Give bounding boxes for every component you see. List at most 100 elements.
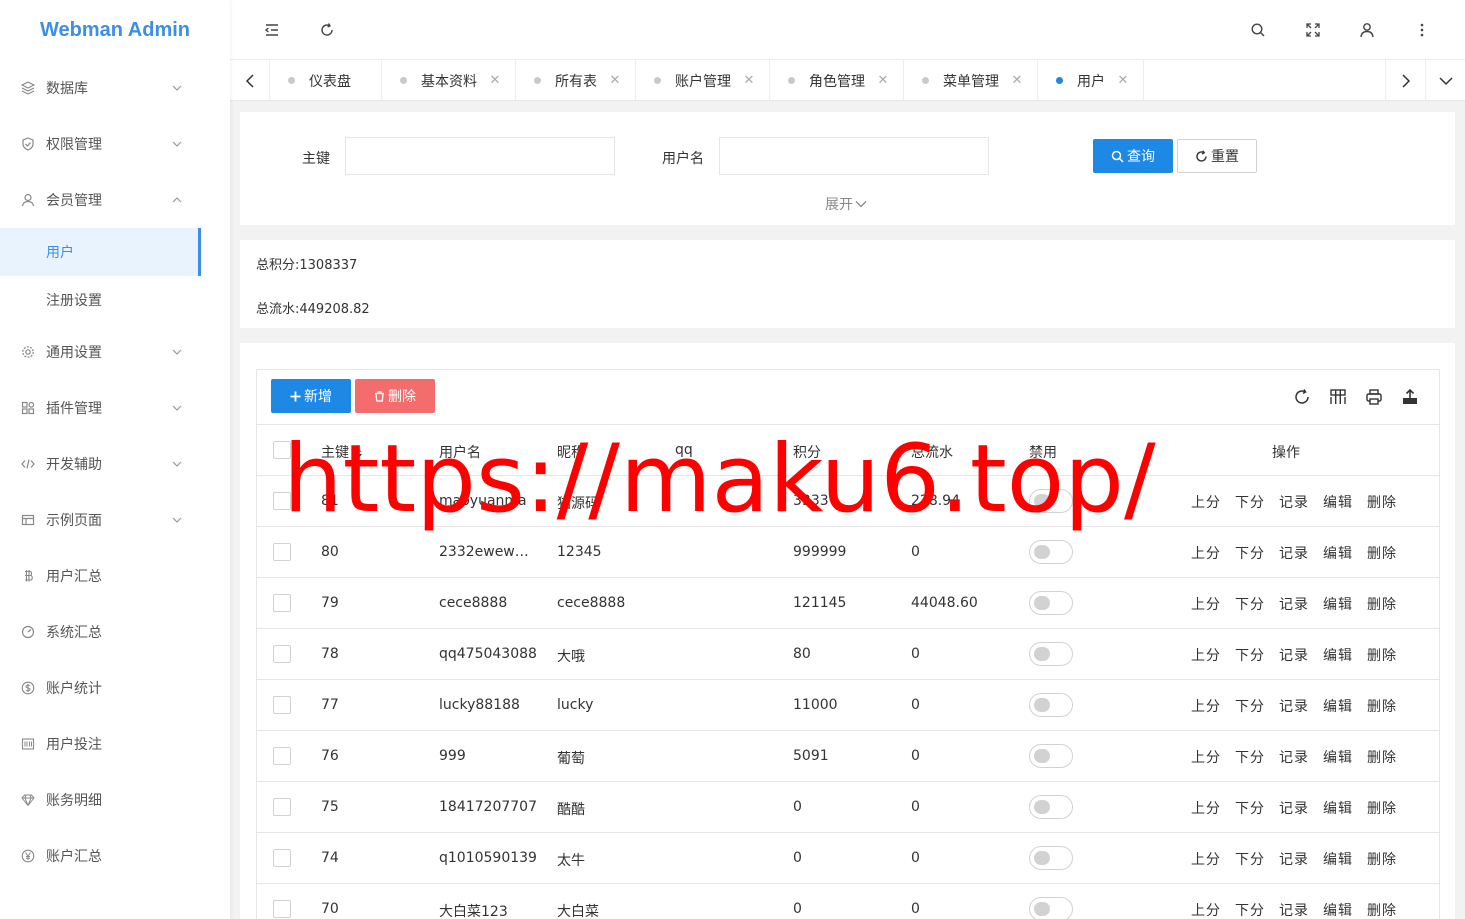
records-button[interactable]: 记录 <box>1279 594 1309 614</box>
sidebar-item-system-summary[interactable]: 系统汇总 <box>0 604 230 660</box>
row-checkbox[interactable] <box>273 747 291 765</box>
add-points-button[interactable]: 上分 <box>1191 645 1221 665</box>
edit-button[interactable]: 编辑 <box>1323 543 1353 563</box>
disabled-toggle[interactable] <box>1029 846 1073 870</box>
edit-button[interactable]: 编辑 <box>1323 492 1353 512</box>
disabled-toggle[interactable] <box>1029 744 1073 768</box>
tab-profile[interactable]: 基本资料 ✕ <box>382 60 516 101</box>
deduct-points-button[interactable]: 下分 <box>1235 645 1265 665</box>
close-icon[interactable]: ✕ <box>743 73 755 88</box>
row-checkbox[interactable] <box>273 594 291 612</box>
sidebar-item-database[interactable]: 数据库 <box>0 60 230 116</box>
deduct-points-button[interactable]: 下分 <box>1235 798 1265 818</box>
row-checkbox[interactable] <box>273 849 291 867</box>
records-button[interactable]: 记录 <box>1279 543 1309 563</box>
row-checkbox[interactable] <box>273 543 291 561</box>
tab-users[interactable]: 用户 ✕ <box>1038 60 1144 101</box>
records-button[interactable]: 记录 <box>1279 747 1309 767</box>
sidebar-item-user-summary[interactable]: 用户汇总 <box>0 548 230 604</box>
add-points-button[interactable]: 上分 <box>1191 747 1221 767</box>
sidebar-item-account-stats[interactable]: 账户统计 <box>0 660 230 716</box>
disabled-toggle[interactable] <box>1029 795 1073 819</box>
app-logo[interactable]: Webman Admin <box>0 0 230 60</box>
sidebar-item-account-summary[interactable]: 账户汇总 <box>0 828 230 884</box>
add-points-button[interactable]: 上分 <box>1191 900 1221 919</box>
add-points-button[interactable]: 上分 <box>1191 696 1221 716</box>
delete-row-button[interactable]: 删除 <box>1367 543 1397 563</box>
row-checkbox[interactable] <box>273 645 291 663</box>
print-icon[interactable] <box>1364 387 1384 407</box>
expand-toggle[interactable]: 展开 <box>825 194 867 214</box>
query-button[interactable]: 查询 <box>1093 139 1173 173</box>
disabled-toggle[interactable] <box>1029 897 1073 919</box>
records-button[interactable]: 记录 <box>1279 696 1309 716</box>
sidebar-item-dev-tools[interactable]: 开发辅助 <box>0 436 230 492</box>
edit-button[interactable]: 编辑 <box>1323 747 1353 767</box>
close-icon[interactable]: ✕ <box>1117 73 1129 88</box>
tab-dashboard[interactable]: 仪表盘 <box>270 60 382 101</box>
id-input[interactable] <box>345 137 615 175</box>
disabled-toggle[interactable] <box>1029 591 1073 615</box>
sidebar-item-user-bets[interactable]: 用户投注 <box>0 716 230 772</box>
sidebar-item-general-settings[interactable]: 通用设置 <box>0 324 230 380</box>
tab-all-tables[interactable]: 所有表 ✕ <box>516 60 636 101</box>
tabs-dropdown-chevron-down-icon[interactable] <box>1425 60 1465 101</box>
edit-button[interactable]: 编辑 <box>1323 594 1353 614</box>
delete-row-button[interactable]: 删除 <box>1367 849 1397 869</box>
user-profile-icon[interactable] <box>1357 20 1377 40</box>
refresh-icon[interactable] <box>317 20 337 40</box>
records-button[interactable]: 记录 <box>1279 645 1309 665</box>
row-checkbox[interactable] <box>273 798 291 816</box>
close-icon[interactable]: ✕ <box>1011 73 1023 88</box>
row-checkbox[interactable] <box>273 900 291 918</box>
edit-button[interactable]: 编辑 <box>1323 798 1353 818</box>
sidebar-item-permissions[interactable]: 权限管理 <box>0 116 230 172</box>
edit-button[interactable]: 编辑 <box>1323 696 1353 716</box>
deduct-points-button[interactable]: 下分 <box>1235 849 1265 869</box>
sidebar-item-plugins[interactable]: 插件管理 <box>0 380 230 436</box>
add-points-button[interactable]: 上分 <box>1191 594 1221 614</box>
disabled-toggle[interactable] <box>1029 642 1073 666</box>
tabs-scroll-right-icon[interactable] <box>1385 60 1425 101</box>
close-icon[interactable]: ✕ <box>489 73 501 88</box>
delete-row-button[interactable]: 删除 <box>1367 798 1397 818</box>
sidebar-item-ledger[interactable]: 账务明细 <box>0 772 230 828</box>
records-button[interactable]: 记录 <box>1279 492 1309 512</box>
edit-button[interactable]: 编辑 <box>1323 849 1353 869</box>
add-points-button[interactable]: 上分 <box>1191 543 1221 563</box>
add-points-button[interactable]: 上分 <box>1191 492 1221 512</box>
close-icon[interactable]: ✕ <box>877 73 889 88</box>
delete-button[interactable]: 删除 <box>355 379 435 413</box>
delete-row-button[interactable]: 删除 <box>1367 492 1397 512</box>
fullscreen-icon[interactable] <box>1303 20 1323 40</box>
columns-icon[interactable] <box>1328 387 1348 407</box>
tab-account-management[interactable]: 账户管理 ✕ <box>636 60 770 101</box>
records-button[interactable]: 记录 <box>1279 849 1309 869</box>
username-input[interactable] <box>719 137 989 175</box>
sidebar-item-members[interactable]: 会员管理 <box>0 172 230 228</box>
tab-role-management[interactable]: 角色管理 ✕ <box>770 60 904 101</box>
sidebar-subitem-register-settings[interactable]: 注册设置 <box>0 276 230 324</box>
add-points-button[interactable]: 上分 <box>1191 798 1221 818</box>
delete-row-button[interactable]: 删除 <box>1367 747 1397 767</box>
deduct-points-button[interactable]: 下分 <box>1235 696 1265 716</box>
sidebar-item-examples[interactable]: 示例页面 <box>0 492 230 548</box>
records-button[interactable]: 记录 <box>1279 798 1309 818</box>
delete-row-button[interactable]: 删除 <box>1367 645 1397 665</box>
tab-menu-management[interactable]: 菜单管理 ✕ <box>904 60 1038 101</box>
export-icon[interactable] <box>1400 387 1420 407</box>
reset-button[interactable]: 重置 <box>1177 139 1257 173</box>
edit-button[interactable]: 编辑 <box>1323 900 1353 919</box>
deduct-points-button[interactable]: 下分 <box>1235 900 1265 919</box>
delete-row-button[interactable]: 删除 <box>1367 594 1397 614</box>
deduct-points-button[interactable]: 下分 <box>1235 594 1265 614</box>
refresh-icon[interactable] <box>1292 387 1312 407</box>
deduct-points-button[interactable]: 下分 <box>1235 543 1265 563</box>
tabs-scroll-left-icon[interactable] <box>230 60 270 101</box>
deduct-points-button[interactable]: 下分 <box>1235 492 1265 512</box>
edit-button[interactable]: 编辑 <box>1323 645 1353 665</box>
close-icon[interactable]: ✕ <box>609 73 621 88</box>
records-button[interactable]: 记录 <box>1279 900 1309 919</box>
delete-row-button[interactable]: 删除 <box>1367 696 1397 716</box>
more-vertical-icon[interactable] <box>1412 20 1432 40</box>
